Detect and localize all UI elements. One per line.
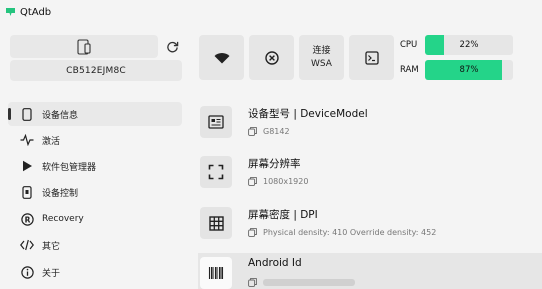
- sidebar-item-other[interactable]: 其它: [8, 233, 182, 257]
- ram-label: RAM: [400, 65, 419, 75]
- copy-icon[interactable]: [248, 177, 257, 186]
- connect-wsa-button[interactable]: 连接 WSA: [299, 35, 344, 80]
- info-value: 1080x1920: [263, 177, 309, 186]
- info-title: 屏幕密度 | DPI: [248, 209, 318, 221]
- device-serial[interactable]: CB512EJM8C: [10, 60, 182, 81]
- info-icon: [20, 265, 34, 279]
- active-indicator: [8, 108, 11, 120]
- code-icon: [20, 238, 34, 252]
- ram-usage-bar: 87%: [425, 60, 513, 80]
- ram-usage-text: 87%: [459, 65, 479, 75]
- sidebar-item-label: 设备信息: [42, 110, 79, 121]
- sidebar-item-label: 关于: [42, 268, 61, 279]
- model-icon: [200, 106, 232, 138]
- sidebar-item-device-info[interactable]: 设备信息: [8, 102, 182, 126]
- sidebar-item-label: 设备控制: [42, 188, 79, 199]
- copy-icon[interactable]: [248, 127, 257, 136]
- device-picker[interactable]: [10, 35, 158, 58]
- info-item-screen-resolution: 屏幕分辨率 1080x1920: [198, 152, 542, 202]
- sidebar-item-about[interactable]: 关于: [8, 260, 182, 284]
- barcode-icon: [200, 257, 232, 289]
- refresh-icon: [166, 41, 178, 53]
- connect-wsa-label-line2: WSA: [311, 58, 332, 69]
- info-item-android-id: Android Id: [198, 253, 542, 289]
- info-value: G8142: [263, 127, 290, 136]
- copy-icon[interactable]: [248, 278, 257, 287]
- close-circle-icon: [264, 50, 279, 65]
- wifi-connect-button[interactable]: [199, 35, 244, 80]
- app-logo-icon: [6, 8, 15, 16]
- sidebar-item-recovery[interactable]: R Recovery: [8, 207, 182, 231]
- sidebar-item-label: 其它: [42, 241, 61, 252]
- info-value-row[interactable]: 1080x1920: [248, 177, 308, 186]
- info-title: Android Id: [248, 257, 302, 269]
- device-control-icon: [20, 185, 34, 199]
- refresh-button[interactable]: [161, 35, 183, 58]
- app-window: QtAdb CB512EJM8C 连接 WSA CPU 22% RAM 87% …: [0, 0, 542, 289]
- title-bar: QtAdb: [0, 0, 542, 24]
- pulse-icon: [20, 133, 34, 147]
- sidebar-item-package-manager[interactable]: 软件包管理器: [8, 154, 182, 178]
- cpu-usage-text: 22%: [459, 40, 479, 50]
- info-value: Physical density: 410 Override density: …: [263, 228, 437, 237]
- phone-icon: [20, 107, 34, 121]
- info-value-row[interactable]: G8142: [248, 127, 290, 136]
- grid-icon: [200, 207, 232, 239]
- redacted-android-id: [263, 279, 355, 286]
- sidebar-item-device-control[interactable]: 设备控制: [8, 180, 182, 204]
- sidebar-item-label: Recovery: [42, 214, 84, 224]
- info-title: 设备型号 | DeviceModel: [248, 108, 368, 120]
- info-value-row[interactable]: Physical density: 410 Override density: …: [248, 228, 436, 237]
- info-value-row[interactable]: [248, 278, 355, 287]
- copy-icon[interactable]: [248, 228, 257, 237]
- phone-tablet-icon: [77, 38, 91, 55]
- info-title: 屏幕分辨率: [248, 158, 301, 170]
- fullscreen-icon: [200, 156, 232, 188]
- app-title: QtAdb: [20, 6, 52, 18]
- svg-text:R: R: [24, 215, 30, 224]
- cpu-usage-bar: 22%: [425, 35, 513, 55]
- sidebar-item-label: 激活: [42, 136, 61, 147]
- disconnect-button[interactable]: [249, 35, 294, 80]
- play-icon: [20, 159, 34, 173]
- recovery-icon: R: [20, 212, 34, 226]
- connect-wsa-label-line1: 连接: [312, 45, 331, 56]
- sidebar-item-label: 软件包管理器: [42, 162, 97, 173]
- wifi-icon: [214, 52, 229, 63]
- terminal-button[interactable]: [349, 35, 394, 80]
- info-item-device-model: 设备型号 | DeviceModel G8142: [198, 102, 542, 152]
- info-item-screen-density: 屏幕密度 | DPI Physical density: 410 Overrid…: [198, 203, 542, 253]
- sidebar-item-activate[interactable]: 激活: [8, 128, 182, 152]
- terminal-icon: [364, 50, 379, 65]
- cpu-label: CPU: [400, 40, 418, 50]
